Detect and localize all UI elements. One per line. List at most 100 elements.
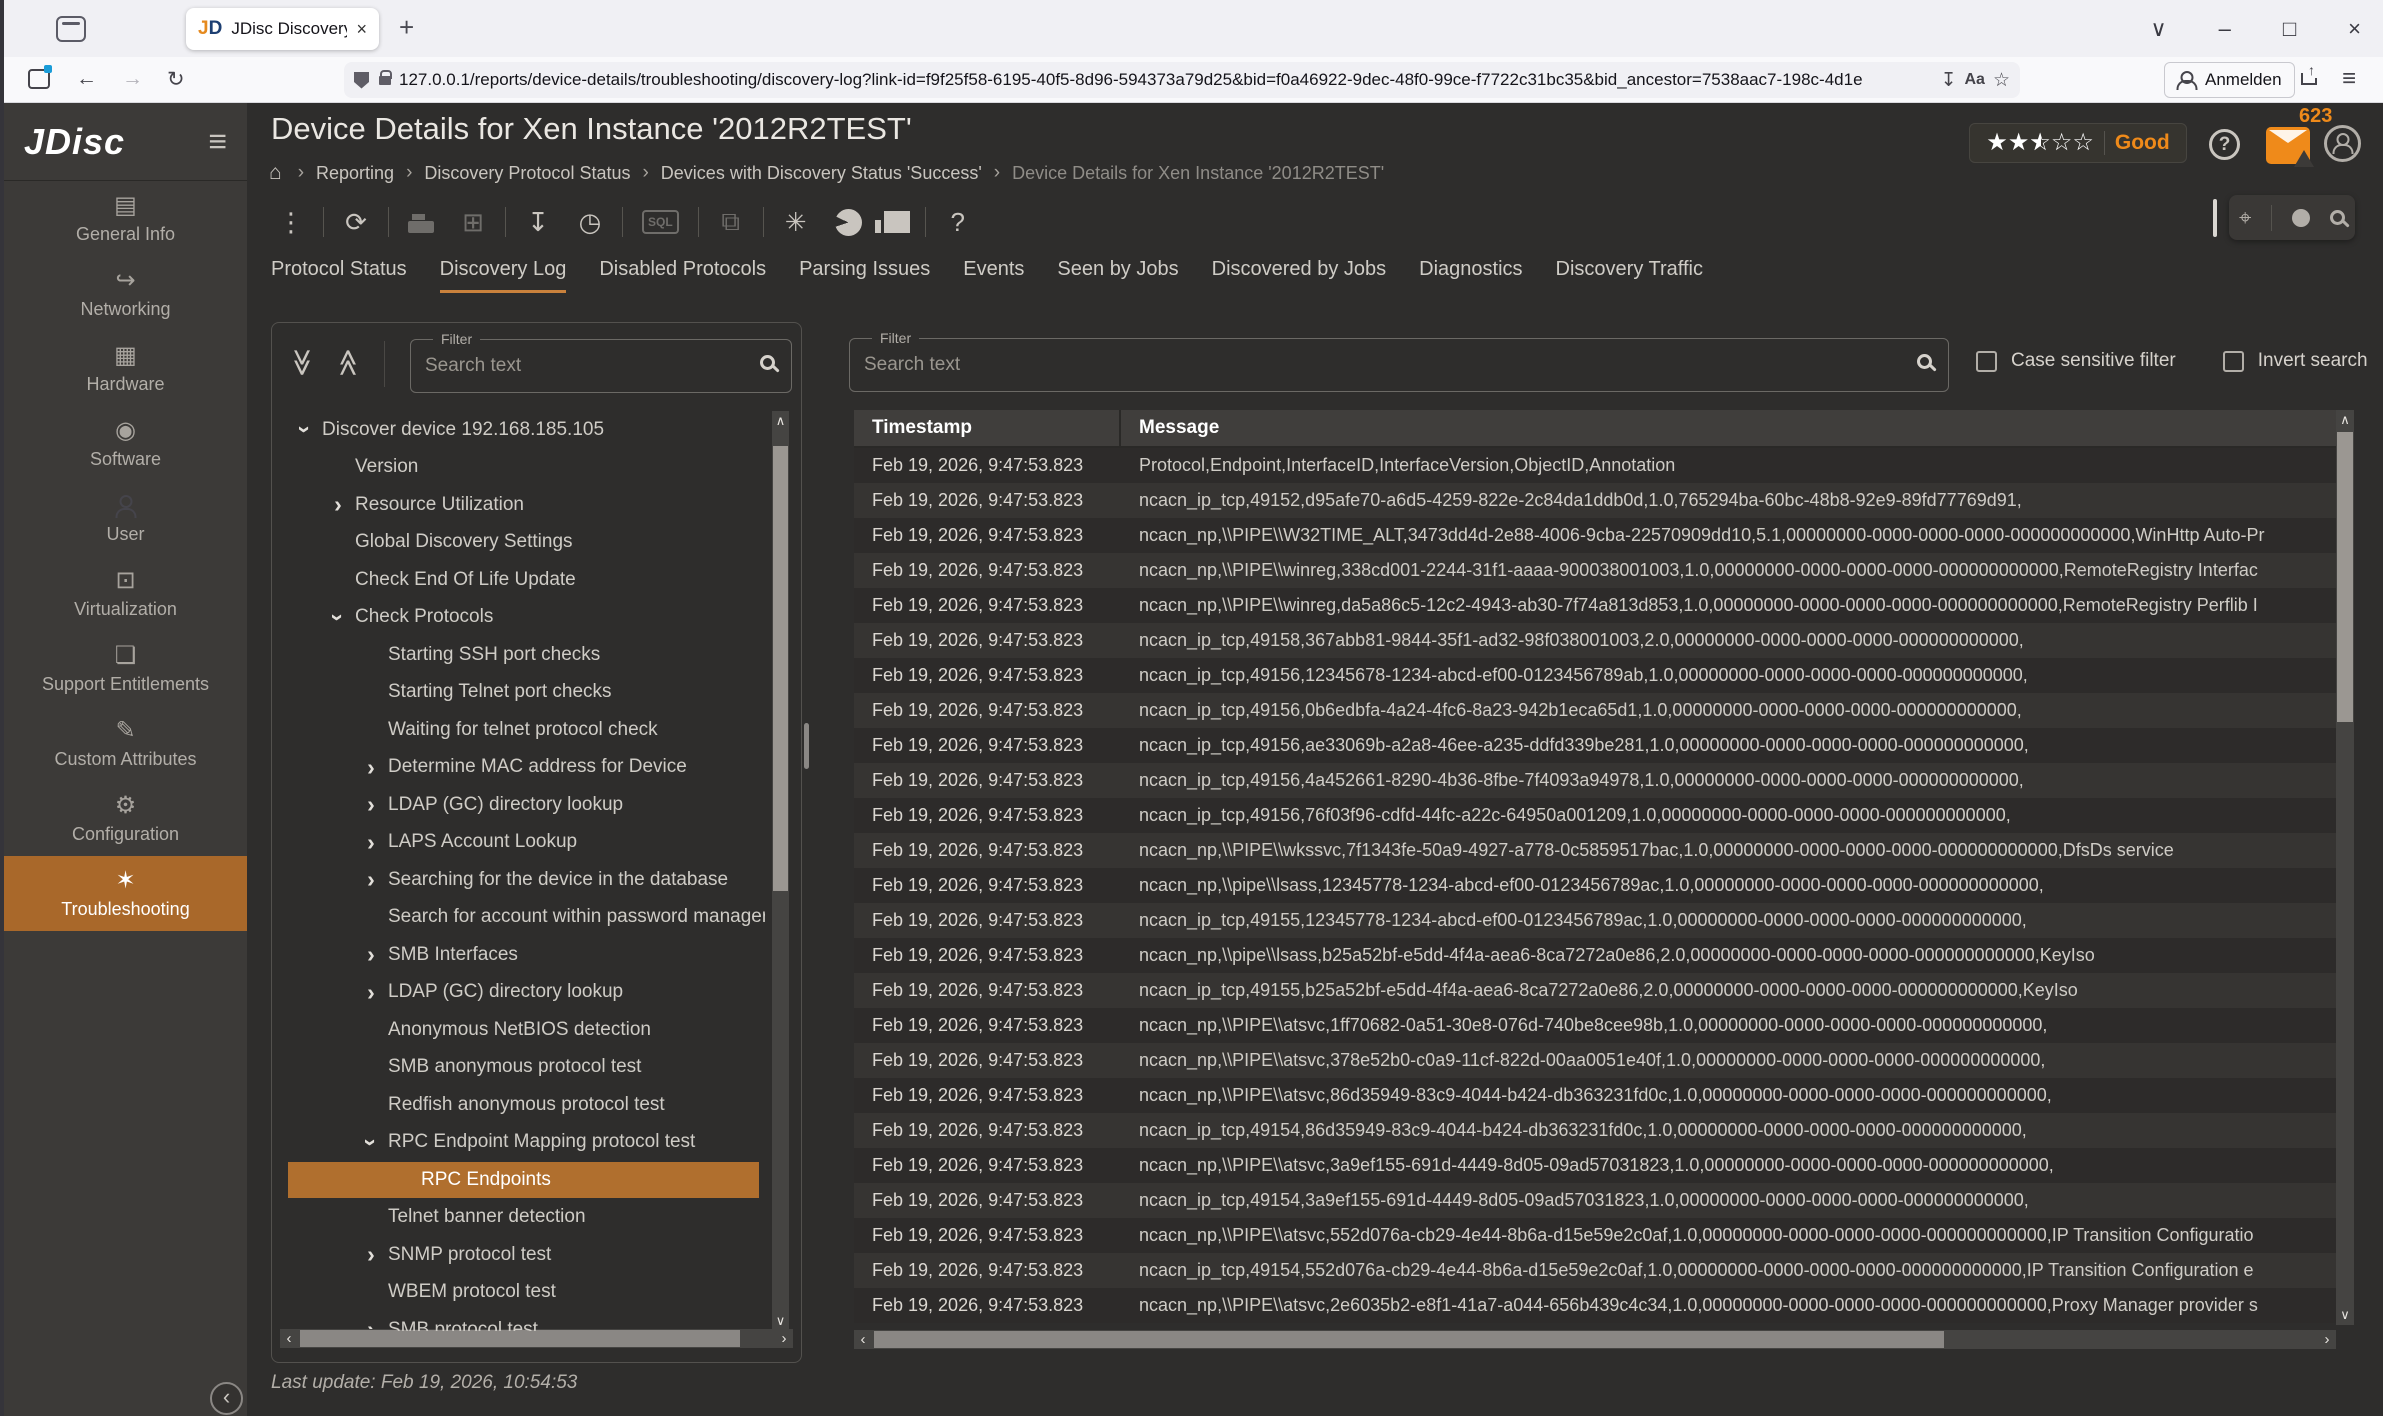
tree-node[interactable]: Starting Telnet port checks — [272, 674, 765, 712]
tree-hscroll-thumb[interactable] — [300, 1330, 740, 1347]
checkbox-icon[interactable] — [2223, 351, 2244, 372]
sidebar-item[interactable]: ↪ Networking — [4, 256, 247, 331]
tree-node[interactable]: Starting SSH port checks — [272, 636, 765, 674]
tree-chevron-icon[interactable] — [354, 1241, 388, 1268]
sidebar-item[interactable]: ▦ Hardware — [4, 331, 247, 406]
log-table-row[interactable]: Feb 19, 2026, 9:47:53.823 ncacn_ip_tcp,4… — [854, 483, 2336, 518]
notifications-mail-icon[interactable] — [2266, 127, 2310, 164]
record-dot-icon[interactable] — [2292, 209, 2310, 227]
tree-chevron-icon[interactable] — [354, 941, 388, 968]
log-horizontal-scrollbar[interactable]: ‹ › — [854, 1330, 2336, 1349]
export-icon[interactable]: ↧ — [525, 207, 551, 238]
tree-node[interactable]: Anonymous NetBIOS detection — [272, 1011, 765, 1049]
tree-node[interactable]: SMB Interfaces — [272, 936, 765, 974]
log-table-row[interactable]: Feb 19, 2026, 9:47:53.823 ncacn_ip_tcp,4… — [854, 1183, 2336, 1218]
login-button[interactable]: Anmelden — [2164, 62, 2295, 98]
tree-node[interactable]: SMB protocol test — [272, 1311, 765, 1331]
log-table-row[interactable]: Feb 19, 2026, 9:47:53.823 ncacn_np,\\PIP… — [854, 1148, 2336, 1183]
search-icon[interactable] — [1917, 354, 1932, 369]
log-table-row[interactable]: Feb 19, 2026, 9:47:53.823 ncacn_ip_tcp,4… — [854, 1113, 2336, 1148]
add-report-icon[interactable]: ⊞ — [460, 207, 486, 238]
log-vscroll-thumb[interactable] — [2337, 432, 2353, 722]
report-tab[interactable]: Disabled Protocols — [599, 258, 766, 293]
scroll-right-icon[interactable]: › — [775, 1330, 793, 1347]
close-window-icon[interactable]: × — [2348, 16, 2361, 42]
tree-vscroll-thumb[interactable] — [773, 446, 788, 891]
tree-node[interactable]: SMB anonymous protocol test — [272, 1049, 765, 1087]
tree-node[interactable]: Searching for the device in the database — [272, 861, 765, 899]
log-table-row[interactable]: Feb 19, 2026, 9:47:53.823 ncacn_np,\\PIP… — [854, 833, 2336, 868]
report-tab[interactable]: Diagnostics — [1419, 258, 1522, 293]
tree-node[interactable]: LDAP (GC) directory lookup — [272, 974, 765, 1012]
checkbox-icon[interactable] — [1976, 351, 1997, 372]
lock-icon[interactable] — [379, 76, 391, 85]
tree-node[interactable]: SNMP protocol test — [272, 1236, 765, 1274]
tree-node[interactable]: Check End Of Life Update — [272, 561, 765, 599]
tree-node[interactable]: Search for account within password manag… — [272, 899, 765, 937]
bookmark-star-icon[interactable]: ☆ — [1993, 69, 2010, 92]
checkbox-option[interactable]: Invert search — [2223, 350, 2368, 372]
scroll-left-icon[interactable]: ‹ — [854, 1331, 872, 1348]
sidebar-item[interactable]: ✎ Custom Attributes — [4, 706, 247, 781]
forward-icon[interactable]: → — [122, 67, 143, 91]
share-icon[interactable] — [2301, 73, 2317, 85]
log-table-row[interactable]: Feb 19, 2026, 9:47:53.823 ncacn_ip_tcp,4… — [854, 763, 2336, 798]
tree-node[interactable]: Discover device 192.168.185.105 — [272, 411, 765, 449]
search-icon[interactable] — [760, 355, 775, 370]
log-table-row[interactable]: Feb 19, 2026, 9:47:53.823 ncacn_np,\\PIP… — [854, 1043, 2336, 1078]
breadcrumb-item[interactable]: ›Device Details for Xen Instance '2012R2… — [982, 162, 1384, 184]
minimize-icon[interactable]: – — [2219, 16, 2231, 42]
tree-chevron-icon[interactable] — [354, 1129, 388, 1156]
refresh-icon[interactable]: ⟳ — [343, 207, 369, 238]
log-search-input[interactable] — [864, 345, 1898, 385]
breadcrumb-item[interactable]: ›Reporting — [286, 162, 394, 184]
sidebar-item[interactable]: ❏ Support Entitlements — [4, 631, 247, 706]
log-table-row[interactable]: Feb 19, 2026, 9:47:53.823 ncacn_np,\\PIP… — [854, 1008, 2336, 1043]
collapse-sidebar-button[interactable]: ‹ — [210, 1382, 243, 1415]
maximize-icon[interactable]: □ — [2283, 16, 2296, 42]
log-table-row[interactable]: Feb 19, 2026, 9:47:53.823 ncacn_np,\\PIP… — [854, 1218, 2336, 1253]
log-table-row[interactable]: Feb 19, 2026, 9:47:53.823 ncacn_np,\\PIP… — [854, 588, 2336, 623]
reload-icon[interactable]: ↻ — [167, 67, 185, 92]
print-icon[interactable] — [408, 221, 434, 233]
tree-node[interactable]: Redfish anonymous protocol test — [272, 1086, 765, 1124]
log-table-row[interactable]: Feb 19, 2026, 9:47:53.823 ncacn_np,\\PIP… — [854, 1288, 2336, 1323]
tree-chevron-icon[interactable] — [321, 491, 355, 518]
hierarchy-icon[interactable]: ⧉ — [718, 206, 744, 238]
sidebar-item[interactable]: ◉ Software — [4, 406, 247, 481]
tree-vertical-scrollbar[interactable]: ∧ ∨ — [772, 411, 789, 1331]
log-table-row[interactable]: Feb 19, 2026, 9:47:53.823 ncacn_np,\\PIP… — [854, 1078, 2336, 1113]
topology-icon[interactable]: ✳ — [783, 207, 809, 238]
sidebar-menu-icon[interactable]: ≡ — [208, 123, 227, 160]
tree-chevron-icon[interactable] — [354, 791, 388, 818]
sidebar-item[interactable]: User — [4, 481, 247, 556]
user-avatar-icon[interactable] — [2324, 125, 2361, 162]
log-table-row[interactable]: Feb 19, 2026, 9:47:53.823 ncacn_np,\\PIP… — [854, 553, 2336, 588]
scroll-down-icon[interactable]: ∨ — [772, 1313, 789, 1329]
log-vertical-scrollbar[interactable]: ∧ ∨ — [2336, 410, 2354, 1325]
sidebar-item[interactable]: ⊡ Virtualization — [4, 556, 247, 631]
url-text[interactable]: 127.0.0.1/reports/device-details/trouble… — [399, 70, 1933, 90]
report-tab[interactable]: Discovery Log — [440, 258, 567, 293]
scroll-down-icon[interactable]: ∨ — [2336, 1307, 2354, 1323]
rating-widget[interactable]: ★★★☆☆☆ Good — [1969, 123, 2187, 163]
checkbox-option[interactable]: Case sensitive filter — [1976, 350, 2176, 372]
tree-node[interactable]: Telnet banner detection — [272, 1199, 765, 1237]
new-tab-button[interactable]: + — [399, 12, 414, 43]
tree-search-input[interactable] — [425, 346, 741, 386]
scroll-up-icon[interactable]: ∧ — [2336, 412, 2354, 428]
log-table-row[interactable]: Feb 19, 2026, 9:47:53.823 ncacn_ip_tcp,4… — [854, 658, 2336, 693]
tree-chevron-icon[interactable] — [354, 866, 388, 893]
tree-node[interactable]: Waiting for telnet protocol check — [272, 711, 765, 749]
tree-chevron-icon[interactable] — [321, 604, 355, 631]
log-hscroll-thumb[interactable] — [874, 1331, 1944, 1348]
tree-node[interactable]: RPC Endpoint Mapping protocol test — [272, 1124, 765, 1162]
report-tab[interactable]: Seen by Jobs — [1057, 258, 1178, 293]
sidebar-item[interactable]: ▤ General Info — [4, 181, 247, 256]
position-crosshair-icon[interactable]: ⌖ — [2239, 205, 2251, 231]
tree-chevron-icon[interactable] — [354, 829, 388, 856]
report-tab[interactable]: Events — [963, 258, 1024, 293]
tree-node[interactable]: Global Discovery Settings — [272, 524, 765, 562]
scroll-right-icon[interactable]: › — [2318, 1331, 2336, 1348]
log-table-row[interactable]: Feb 19, 2026, 9:47:53.823 ncacn_ip_tcp,4… — [854, 798, 2336, 833]
